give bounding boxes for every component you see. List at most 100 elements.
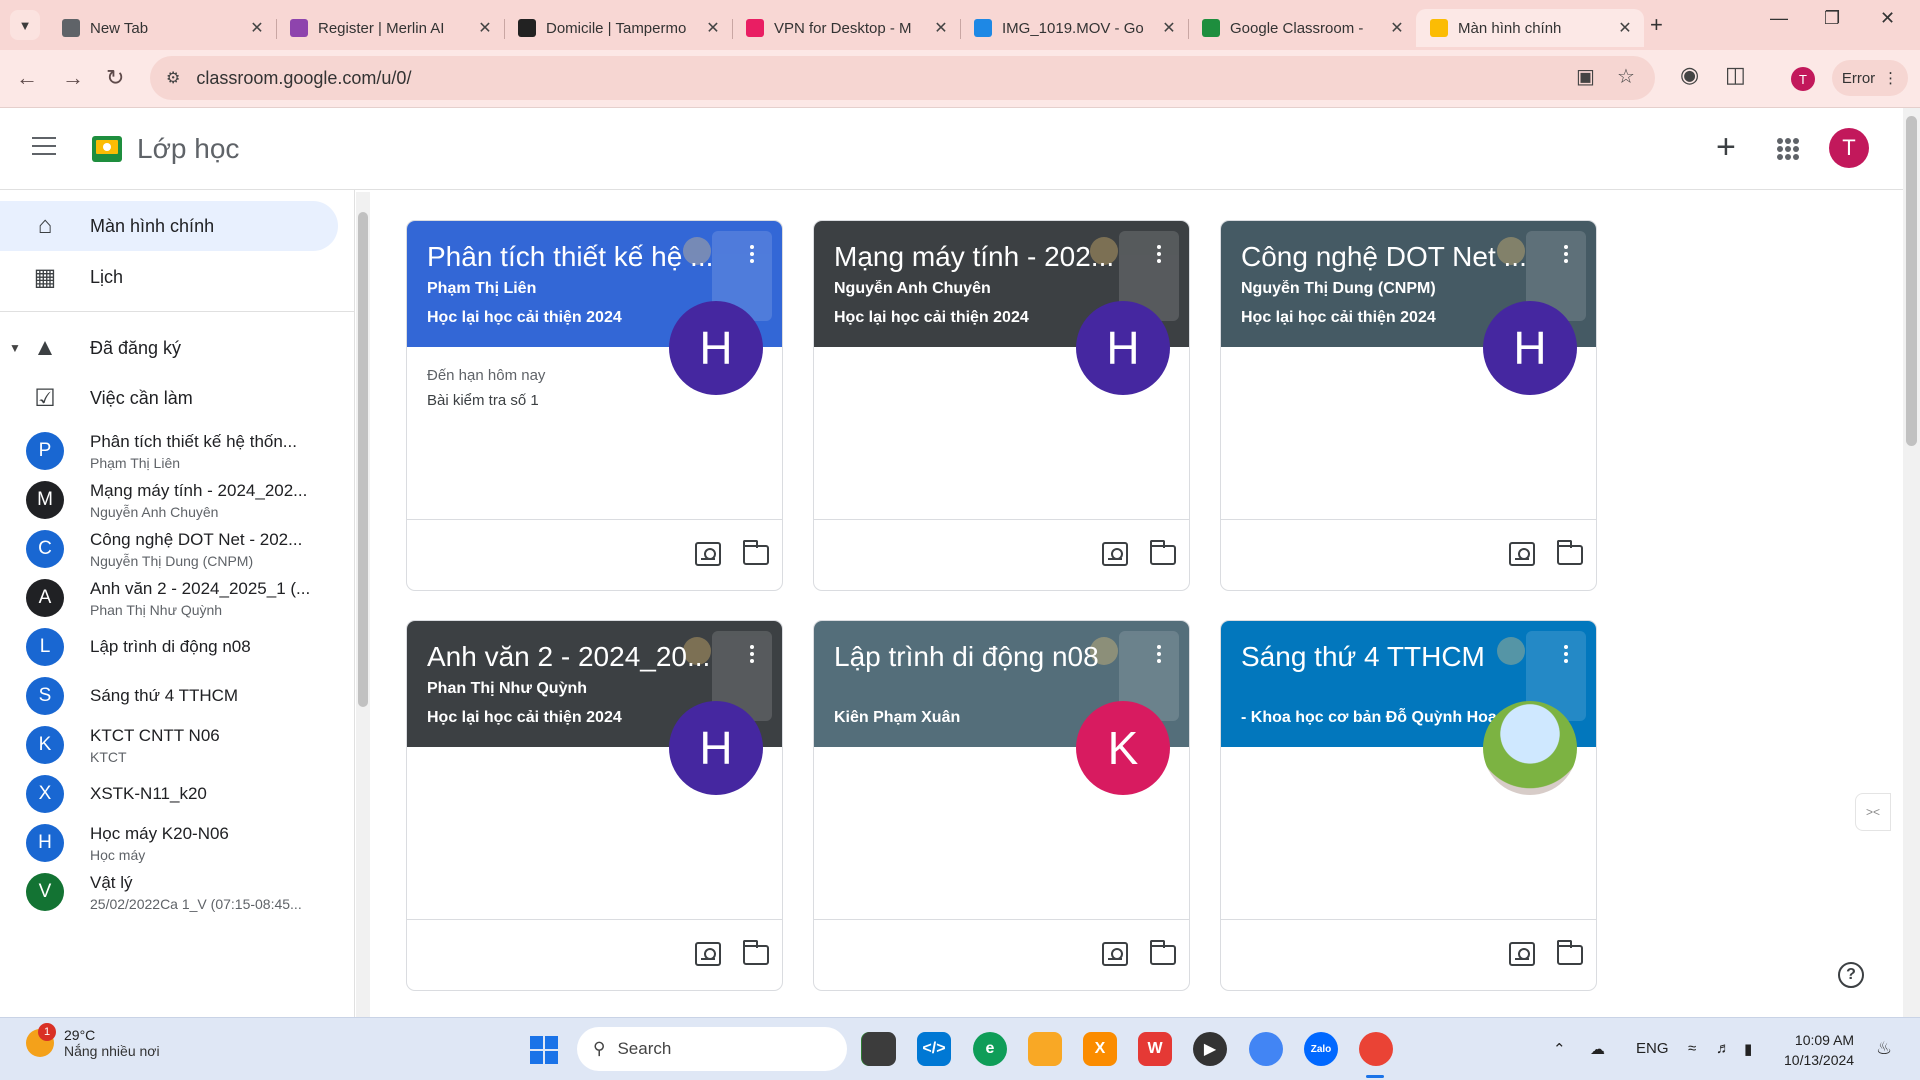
card-title[interactable]: Anh văn 2 - 2024_20... [427, 641, 717, 673]
create-join-class-button[interactable]: + [1716, 128, 1736, 167]
classroom-logo-icon[interactable] [92, 136, 122, 162]
site-info-icon[interactable]: ⚙ [166, 68, 180, 88]
edge-icon[interactable]: e [973, 1032, 1007, 1066]
portfolio-icon[interactable] [1509, 942, 1535, 966]
onedrive-cloud-icon[interactable]: ☁ [1590, 1040, 1605, 1058]
browser-tab[interactable]: Google Classroom - ✕ [1188, 9, 1416, 47]
browser-tab[interactable]: Màn hình chính ✕ [1416, 9, 1644, 47]
portfolio-icon[interactable] [1102, 542, 1128, 566]
wps-office-icon[interactable]: W [1138, 1032, 1172, 1066]
tab-close-icon[interactable]: ✕ [1616, 18, 1634, 38]
main-menu-icon[interactable] [32, 137, 56, 157]
card-title[interactable]: Công nghệ DOT Net ... [1241, 241, 1531, 273]
browser-tab[interactable]: IMG_1019.MOV - Go ✕ [960, 9, 1188, 47]
vscode-icon[interactable]: </> [917, 1032, 951, 1066]
user-avatar[interactable]: T [1829, 128, 1869, 168]
class-card[interactable]: Công nghệ DOT Net ... Nguyễn Thị Dung (CN… [1220, 220, 1597, 591]
class-card[interactable]: Anh văn 2 - 2024_20... Phan Thị Như Quỳnh… [406, 620, 783, 991]
battery-icon[interactable]: ▮ [1744, 1040, 1752, 1058]
minimize-button[interactable]: — [1770, 8, 1788, 29]
browser-profile-avatar[interactable]: T [1791, 67, 1815, 91]
volume-icon[interactable]: ♬ [1716, 1040, 1731, 1057]
expand-caret-icon[interactable]: ▼ [9, 341, 21, 355]
bookmark-star-icon[interactable]: ☆ [1617, 64, 1635, 89]
sidebar-course-item[interactable]: L Lập trình di động n08 [0, 619, 338, 675]
system-clock[interactable]: 10:09 AM 10/13/2024 [1784, 1030, 1854, 1070]
portfolio-icon[interactable] [1509, 542, 1535, 566]
chrome-profile-icon[interactable] [1249, 1032, 1283, 1066]
sidebar-course-item[interactable]: S Sáng thứ 4 TTHCM [0, 668, 338, 724]
folder-icon[interactable] [1150, 540, 1176, 565]
tab-close-icon[interactable]: ✕ [1160, 18, 1178, 38]
taskview-icon[interactable] [862, 1032, 896, 1066]
chrome-icon[interactable] [1359, 1032, 1393, 1066]
taskbar-search[interactable]: ⚲ Search [577, 1027, 847, 1071]
portfolio-icon[interactable] [1102, 942, 1128, 966]
card-more-icon[interactable] [1157, 645, 1161, 666]
browser-tab[interactable]: VPN for Desktop - M ✕ [732, 9, 960, 47]
new-tab-button[interactable]: + [1650, 12, 1663, 38]
card-title[interactable]: Phân tích thiết kế hệ ... [427, 241, 717, 273]
sidebar-course-item[interactable]: A Anh văn 2 - 2024_2025_1 (... Phan Thị Nh… [0, 570, 338, 626]
reload-button[interactable]: ↻ [106, 65, 124, 91]
card-teacher[interactable]: Phạm Thị Liên [427, 280, 727, 298]
file-explorer-icon[interactable] [1028, 1032, 1062, 1066]
address-bar[interactable]: ⚙ classroom.google.com/u/0/ [150, 56, 1655, 100]
browser-error-button[interactable]: Error ⋮ [1832, 60, 1908, 96]
sidebar-course-item[interactable]: H Học máy K20-N06 Học máy [0, 815, 338, 871]
browser-tab[interactable]: Register | Merlin AI ✕ [276, 9, 504, 47]
class-card[interactable]: Lập trình di động n08 Kiên Phạm Xuân K [813, 620, 1190, 991]
zalo-icon[interactable]: Zalo [1304, 1032, 1338, 1066]
close-window-button[interactable]: ✕ [1880, 8, 1895, 29]
sidebar-course-item[interactable]: V Vật lý 25/02/2022Ca 1_V (07:15-08:45... [0, 864, 338, 920]
portfolio-icon[interactable] [695, 542, 721, 566]
browser-tab[interactable]: New Tab ✕ [48, 9, 276, 47]
media-player-icon[interactable]: ▶ [1193, 1032, 1227, 1066]
card-teacher[interactable]: Nguyễn Anh Chuyên [834, 280, 1134, 298]
card-more-icon[interactable] [1157, 245, 1161, 266]
help-icon[interactable]: ? [1838, 962, 1864, 988]
folder-icon[interactable] [743, 940, 769, 965]
class-card[interactable]: Mạng máy tính - 202... Nguyễn Anh Chuyên H… [813, 220, 1190, 591]
tab-search-button[interactable]: ▼ [10, 10, 40, 40]
app-title[interactable]: Lớp học [137, 133, 239, 165]
portfolio-icon[interactable] [695, 942, 721, 966]
notification-bell-icon[interactable]: ♨ [1876, 1038, 1892, 1059]
sidebar-item-enrolled[interactable]: ▼ ▲ Đã đăng ký [0, 323, 338, 373]
tab-close-icon[interactable]: ✕ [932, 18, 950, 38]
card-title[interactable]: Sáng thứ 4 TTHCM [1241, 641, 1531, 673]
side-panel-handle-icon[interactable]: >< [1855, 793, 1891, 831]
card-teacher[interactable]: Nguyễn Thị Dung (CNPM) [1241, 280, 1541, 298]
language-indicator[interactable]: ENG [1636, 1040, 1669, 1057]
back-button[interactable]: ← [16, 65, 38, 91]
weather-widget[interactable]: 1 29°C Nắng nhiều nơi [26, 1023, 160, 1059]
sidebar-item-todo[interactable]: ☑ Việc cần làm [0, 373, 338, 423]
card-title[interactable]: Mạng máy tính - 202... [834, 241, 1124, 273]
browser-tab[interactable]: Domicile | Tampermo ✕ [504, 9, 732, 47]
sidebar-course-item[interactable]: M Mạng máy tính - 2024_202... Nguyễn Anh C… [0, 472, 338, 528]
wifi-icon[interactable]: ≈ [1688, 1040, 1696, 1057]
card-more-icon[interactable] [1564, 645, 1568, 666]
start-button-icon[interactable] [530, 1036, 558, 1064]
class-card[interactable]: Sáng thứ 4 TTHCM - Khoa học cơ bản Đỗ Quỳ… [1220, 620, 1597, 991]
sidebar-course-item[interactable]: C Công nghệ DOT Net - 202... Nguyễn Thị Du… [0, 521, 338, 577]
sidebar-course-item[interactable]: K KTCT CNTT N06 KTCT [0, 717, 338, 773]
card-more-icon[interactable] [1564, 245, 1568, 266]
restore-button[interactable]: ❐ [1824, 8, 1840, 29]
folder-icon[interactable] [1557, 940, 1583, 965]
folder-icon[interactable] [743, 540, 769, 565]
sidebar-scrollbar[interactable] [356, 192, 370, 1017]
sidebar-item-calendar[interactable]: ▦ Lịch [0, 252, 338, 302]
tab-close-icon[interactable]: ✕ [704, 18, 722, 38]
xampp-icon[interactable]: X [1083, 1032, 1117, 1066]
extensions-puzzle-icon[interactable]: ◫ [1725, 62, 1746, 88]
sidebar-course-item[interactable]: P Phân tích thiết kế hệ thốn... Phạm Thị L… [0, 423, 338, 479]
page-scrollbar[interactable] [1903, 108, 1920, 1017]
folder-icon[interactable] [1557, 540, 1583, 565]
card-title[interactable]: Lập trình di động n08 [834, 641, 1124, 673]
sidebar-item-home[interactable]: ⌂ Màn hình chính [0, 201, 338, 251]
extension-robot-icon[interactable]: ◉ [1680, 62, 1699, 88]
card-more-icon[interactable] [750, 645, 754, 666]
card-teacher[interactable]: Phan Thị Như Quỳnh [427, 680, 727, 698]
card-more-icon[interactable] [750, 245, 754, 266]
